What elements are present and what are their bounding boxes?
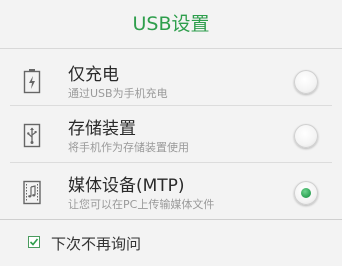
option-divider xyxy=(10,105,332,106)
footer-divider xyxy=(0,219,342,220)
option-divider xyxy=(10,162,332,163)
option-title: 媒体设备(MTP) xyxy=(68,176,185,196)
checkmark-icon xyxy=(29,238,39,246)
option-storage-device[interactable]: 存储装置 将手机作为存储装置使用 xyxy=(0,109,342,164)
usb-icon xyxy=(23,123,41,148)
dont-ask-again-label: 下次不再询问 xyxy=(51,235,142,253)
dialog-title: USB设置 xyxy=(132,13,210,35)
option-media-device[interactable]: 媒体设备(MTP) 让您可以在PC上传输媒体文件 xyxy=(0,166,342,221)
radio-storage-device[interactable] xyxy=(294,124,318,148)
option-charge-only[interactable]: 仅充电 通过USB为手机充电 xyxy=(0,55,342,110)
title-divider xyxy=(0,48,342,49)
option-subtitle: 通过USB为手机充电 xyxy=(68,87,168,100)
option-subtitle: 将手机作为存储装置使用 xyxy=(68,141,189,154)
usb-settings-dialog: USB设置 仅充电 通过USB为手机充电 存储装置 将手机作为存储装置使用 媒体… xyxy=(0,0,342,266)
charge-icon xyxy=(23,69,41,94)
radio-media-device[interactable] xyxy=(294,181,318,205)
media-file-icon xyxy=(23,180,41,205)
radio-charge-only[interactable] xyxy=(294,70,318,94)
option-subtitle: 让您可以在PC上传输媒体文件 xyxy=(68,198,215,211)
dont-ask-again-checkbox[interactable] xyxy=(28,236,40,248)
option-title: 存储装置 xyxy=(68,119,136,139)
option-title: 仅充电 xyxy=(68,65,119,85)
